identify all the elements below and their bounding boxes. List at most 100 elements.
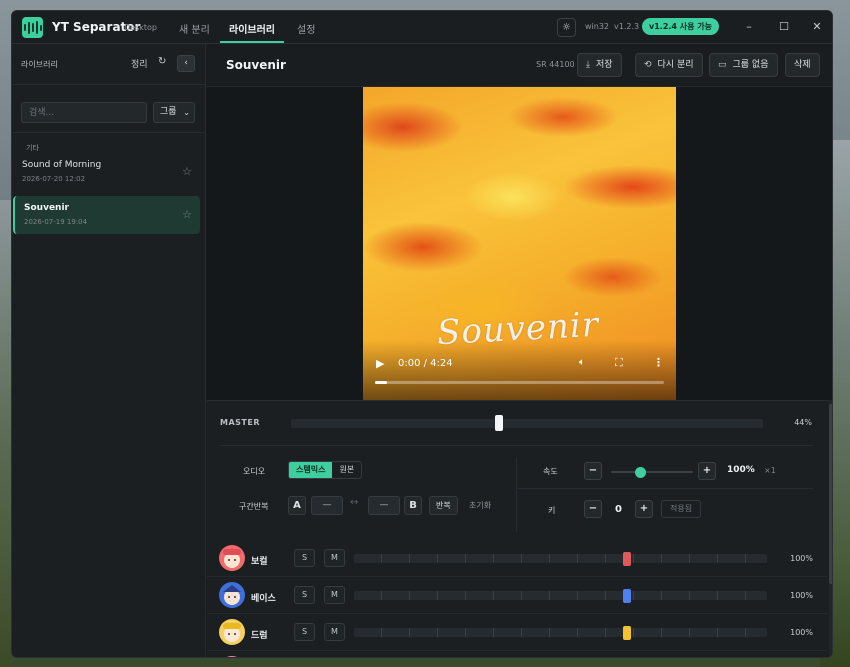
divider	[516, 457, 517, 532]
a-point-value: —	[311, 496, 343, 515]
mixer-scrollbar[interactable]	[829, 400, 832, 657]
divider	[516, 488, 813, 489]
group-select-value: 그룹	[160, 107, 177, 117]
re-separate-button[interactable]: ⟲ 다시 분리	[635, 53, 703, 77]
stem-volume-thumb[interactable]	[622, 589, 631, 603]
audio-option-original[interactable]: 원본	[332, 462, 361, 478]
platform-label: win32	[585, 22, 610, 31]
sort-button[interactable]: 정리	[131, 57, 148, 70]
vocals-avatar	[219, 545, 245, 571]
speed-label: 속도	[543, 467, 558, 476]
audio-label: 오디오	[243, 467, 266, 476]
refresh-icon: ⟲	[644, 60, 652, 70]
stem-volume-thumb[interactable]	[622, 552, 631, 566]
range-arrow-icon: ↔	[350, 497, 359, 508]
stem-row-drums: 드럼 S M 100%	[207, 614, 827, 651]
fullscreen-icon[interactable]: ⛶	[615, 356, 623, 370]
speed-value: 100%	[727, 465, 755, 475]
video-time: 0:00 / 4:24	[398, 358, 453, 369]
stem-row-vocals: 보컬 S M 100%	[207, 540, 827, 577]
bass-avatar	[219, 582, 245, 608]
close-button[interactable]: ✕	[810, 20, 824, 33]
divider	[12, 84, 205, 85]
title-bar: YT Separator Desktop 새 분리 라이브러리 설정 ☼ win…	[12, 11, 832, 44]
update-available-badge[interactable]: v1.2.4 사용 가능	[642, 18, 720, 35]
speed-multiplier: ×1	[764, 466, 776, 475]
key-decrease-button[interactable]: −	[584, 500, 602, 518]
group-select[interactable]: 그룹 ⌄	[153, 102, 195, 123]
reset-button[interactable]: 초기화	[469, 500, 491, 511]
tab-library[interactable]: 라이브러리	[229, 21, 275, 36]
speed-slider[interactable]	[611, 471, 693, 473]
app-logo-icon	[22, 17, 43, 38]
tab-new-separation[interactable]: 새 분리	[179, 21, 210, 36]
minimize-button[interactable]: –	[742, 20, 756, 33]
active-tab-indicator	[220, 41, 284, 43]
library-item-name: Souvenir	[24, 203, 69, 213]
mute-button[interactable]: M	[324, 623, 345, 641]
apply-key-button[interactable]: 적용됨	[661, 500, 702, 518]
stem-volume-slider[interactable]	[354, 628, 767, 637]
search-input[interactable]	[21, 102, 147, 123]
stem-volume-slider[interactable]	[354, 591, 767, 600]
speed-slider-thumb[interactable]	[635, 467, 646, 478]
loop-label: 구간반복	[239, 502, 269, 511]
app-subtitle: Desktop	[124, 23, 157, 32]
master-slider-thumb[interactable]	[494, 415, 503, 431]
library-item-souvenir[interactable]: Souvenir 2026-07-19 19:04 ☆	[13, 196, 200, 234]
video-progress-bar[interactable]	[375, 381, 664, 384]
repeat-button[interactable]: 반복	[429, 496, 458, 515]
star-icon[interactable]: ☆	[182, 165, 192, 178]
tab-settings[interactable]: 설정	[297, 21, 315, 36]
chevron-down-icon: ⌄	[183, 108, 190, 117]
master-label: MASTER	[220, 418, 260, 427]
stem-volume-thumb[interactable]	[622, 626, 631, 640]
stem-avatar	[219, 656, 245, 657]
stem-name: 베이스	[251, 594, 276, 604]
solo-button[interactable]: S	[294, 623, 315, 641]
delete-button[interactable]: 삭제	[785, 53, 820, 77]
theme-toggle-button[interactable]: ☼	[557, 18, 576, 37]
video-progress-fill	[375, 381, 387, 384]
more-options-icon[interactable]: ⋮	[653, 356, 664, 369]
collapse-sidebar-button[interactable]: ‹	[177, 55, 195, 72]
mute-button[interactable]: M	[324, 549, 345, 567]
library-item-date: 2026-07-20 12:02	[22, 175, 86, 183]
mixer-panel: MASTER 44% 오디오 스템믹스 원본 구간반복 A — ↔ — B 반복…	[207, 400, 832, 657]
track-header: Souvenir SR 44100 ⤓ 저장 ⟲ 다시 분리 ▭ 그룹 없음 삭제	[207, 44, 832, 87]
stem-volume-slider[interactable]	[354, 554, 767, 563]
star-icon[interactable]: ☆	[182, 208, 192, 221]
set-a-button[interactable]: A	[288, 496, 306, 515]
master-slider[interactable]	[291, 419, 763, 428]
key-increase-button[interactable]: +	[635, 500, 653, 518]
set-b-button[interactable]: B	[404, 496, 422, 515]
group-button[interactable]: ▭ 그룹 없음	[709, 53, 778, 77]
solo-button[interactable]: S	[294, 586, 315, 604]
master-value: 44%	[794, 418, 812, 427]
category-label: 기타	[26, 144, 39, 152]
play-icon[interactable]: ▶	[376, 357, 384, 370]
stem-volume-value: 100%	[790, 591, 813, 600]
stem-row-bass: 베이스 S M 100%	[207, 577, 827, 614]
audio-source-toggle[interactable]: 스템믹스 원본	[288, 461, 363, 479]
maximize-button[interactable]: ☐	[777, 20, 791, 33]
video-player[interactable]: Souvenir ▶ 0:00 / 4:24 🔈︎ ⛶ ⋮	[363, 87, 676, 400]
mute-button[interactable]: M	[324, 586, 345, 604]
library-item-date: 2026-07-19 19:04	[24, 218, 88, 226]
folder-icon: ▭	[718, 60, 727, 70]
speed-increase-button[interactable]: +	[698, 462, 716, 480]
library-sidebar: 라이브러리 정리 ↻ ‹ 그룹 ⌄ 기타 Sound of Morning 20…	[12, 44, 206, 657]
solo-button[interactable]: S	[294, 549, 315, 567]
stem-volume-value: 100%	[790, 628, 813, 637]
volume-icon[interactable]: 🔈︎	[579, 357, 585, 368]
library-item-sound-of-morning[interactable]: Sound of Morning 2026-07-20 12:02 ☆	[13, 153, 200, 191]
b-point-value: —	[368, 496, 400, 515]
save-label: 저장	[595, 60, 613, 70]
drums-avatar	[219, 619, 245, 645]
speed-decrease-button[interactable]: −	[584, 462, 602, 480]
save-button[interactable]: ⤓ 저장	[577, 53, 622, 77]
audio-option-stem-mix[interactable]: 스템믹스	[289, 462, 333, 478]
refresh-icon[interactable]: ↻	[158, 56, 166, 67]
divider	[220, 445, 813, 446]
download-icon: ⤓	[586, 60, 590, 70]
